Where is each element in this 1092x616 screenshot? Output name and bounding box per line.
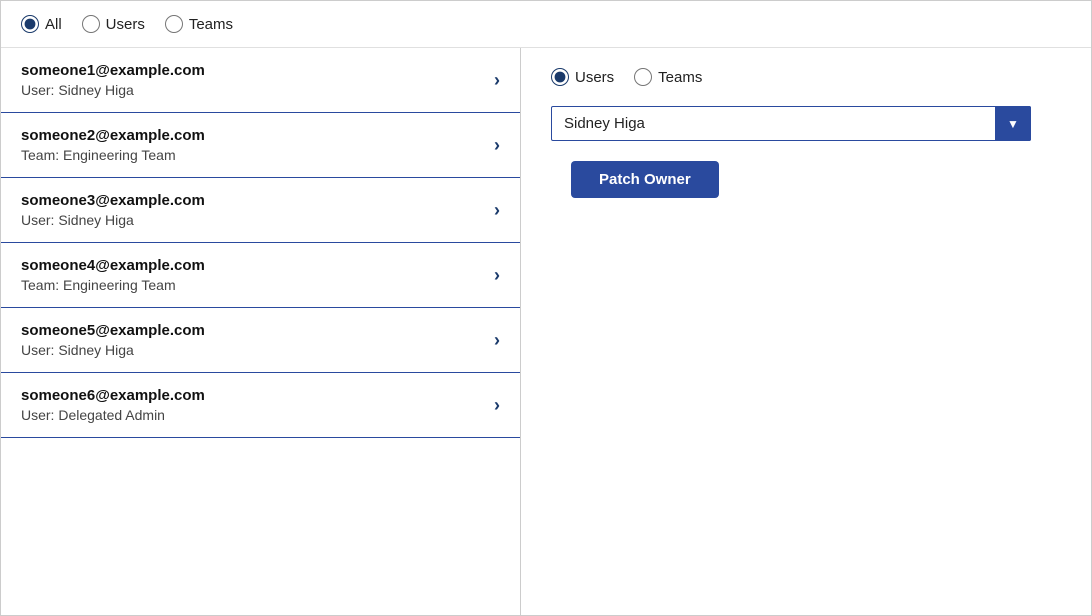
right-radio-users-label: Users: [575, 69, 614, 86]
radio-option-teams[interactable]: Teams: [165, 15, 233, 33]
list-item-email: someone2@example.com: [21, 127, 205, 144]
list-item[interactable]: someone6@example.com User: Delegated Adm…: [1, 373, 520, 438]
list-item[interactable]: someone2@example.com Team: Engineering T…: [1, 113, 520, 178]
top-filter-bar: All Users Teams: [1, 1, 1091, 48]
chevron-right-icon: ›: [494, 70, 500, 91]
chevron-right-icon: ›: [494, 135, 500, 156]
right-filter-bar: Users Teams: [551, 68, 1061, 86]
list-item[interactable]: someone3@example.com User: Sidney Higa ›: [1, 178, 520, 243]
content-area: someone1@example.com User: Sidney Higa ›…: [1, 48, 1091, 615]
list-item-email: someone4@example.com: [21, 257, 205, 274]
list-item[interactable]: someone4@example.com Team: Engineering T…: [1, 243, 520, 308]
right-panel: Users Teams Sidney HigaEngineering TeamD…: [521, 48, 1091, 615]
right-radio-users[interactable]: [551, 68, 569, 86]
list-item-text: someone4@example.com Team: Engineering T…: [21, 257, 205, 293]
list-item[interactable]: someone5@example.com User: Sidney Higa ›: [1, 308, 520, 373]
top-radio-group: All Users Teams: [21, 15, 233, 33]
dropdown-wrapper: Sidney HigaEngineering TeamDelegated Adm…: [551, 106, 1031, 141]
chevron-right-icon: ›: [494, 265, 500, 286]
right-radio-option-teams[interactable]: Teams: [634, 68, 702, 86]
radio-option-users[interactable]: Users: [82, 15, 145, 33]
list-item-sub: User: Sidney Higa: [21, 82, 205, 98]
list-item-email: someone5@example.com: [21, 322, 205, 339]
radio-users[interactable]: [82, 15, 100, 33]
radio-teams[interactable]: [165, 15, 183, 33]
dropdown-arrow-button[interactable]: [995, 106, 1031, 141]
list-item-text: someone1@example.com User: Sidney Higa: [21, 62, 205, 98]
list-item-email: someone3@example.com: [21, 192, 205, 209]
dropdown-row: Sidney HigaEngineering TeamDelegated Adm…: [551, 106, 1061, 141]
list-item-sub: Team: Engineering Team: [21, 277, 205, 293]
list-item-sub: User: Sidney Higa: [21, 212, 205, 228]
list-item-email: someone1@example.com: [21, 62, 205, 79]
main-container: All Users Teams someone1@example.com Use…: [0, 0, 1092, 616]
list-item-sub: User: Sidney Higa: [21, 342, 205, 358]
radio-users-label: Users: [106, 16, 145, 33]
patch-owner-button[interactable]: Patch Owner: [571, 161, 719, 198]
list-item-text: someone2@example.com Team: Engineering T…: [21, 127, 205, 163]
chevron-right-icon: ›: [494, 200, 500, 221]
radio-all-label: All: [45, 16, 62, 33]
radio-option-all[interactable]: All: [21, 15, 62, 33]
list-item[interactable]: someone1@example.com User: Sidney Higa ›: [1, 48, 520, 113]
radio-teams-label: Teams: [189, 16, 233, 33]
chevron-right-icon: ›: [494, 330, 500, 351]
right-radio-teams-label: Teams: [658, 69, 702, 86]
list-item-text: someone5@example.com User: Sidney Higa: [21, 322, 205, 358]
right-radio-teams[interactable]: [634, 68, 652, 86]
left-panel: someone1@example.com User: Sidney Higa ›…: [1, 48, 521, 615]
list-item-text: someone3@example.com User: Sidney Higa: [21, 192, 205, 228]
chevron-right-icon: ›: [494, 395, 500, 416]
radio-all[interactable]: [21, 15, 39, 33]
owner-dropdown[interactable]: Sidney HigaEngineering TeamDelegated Adm…: [551, 106, 1031, 141]
list-item-sub: Team: Engineering Team: [21, 147, 205, 163]
list-item-email: someone6@example.com: [21, 387, 205, 404]
right-radio-option-users[interactable]: Users: [551, 68, 614, 86]
list-item-sub: User: Delegated Admin: [21, 407, 205, 423]
list-item-text: someone6@example.com User: Delegated Adm…: [21, 387, 205, 423]
